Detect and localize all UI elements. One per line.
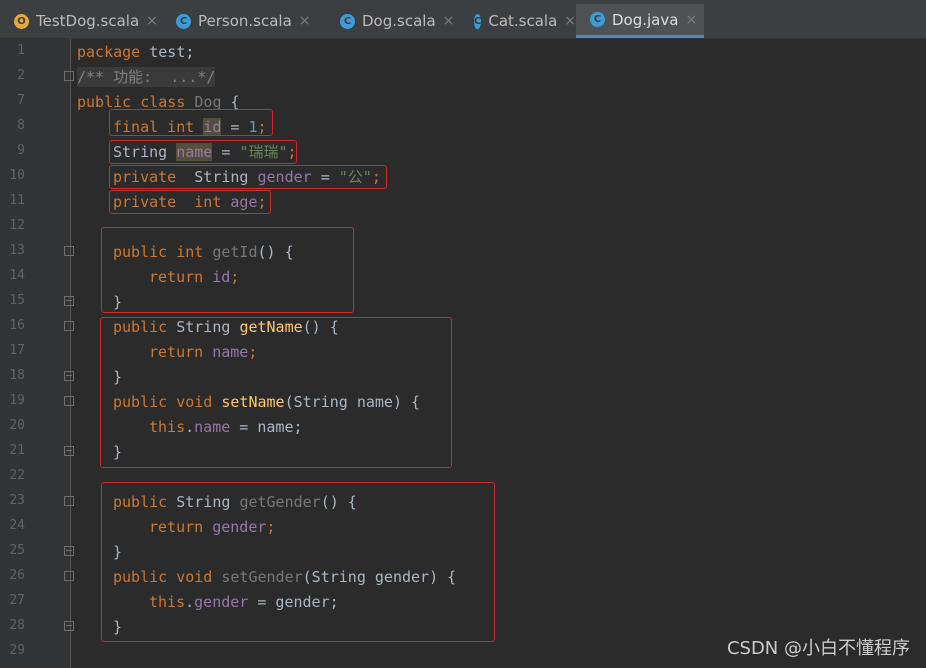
fold-toggle[interactable] — [64, 321, 74, 331]
code-text: /** 功能: ...*/ — [77, 68, 216, 86]
tab-label: Dog.java — [612, 10, 679, 29]
line-number: 10 — [9, 168, 25, 183]
code-text: test; — [140, 43, 195, 61]
line-number: 21 — [9, 443, 25, 458]
fold-toggle[interactable] — [64, 571, 74, 581]
fold-toggle[interactable] — [64, 296, 74, 306]
fold-toggle[interactable] — [64, 546, 74, 556]
code-line-2-folded-comment[interactable]: /** 功能: ...*/ — [77, 67, 216, 87]
line-number: 11 — [9, 193, 25, 208]
tab-testdog-scala[interactable]: O TestDog.scala × — [0, 4, 162, 38]
fold-toggle[interactable] — [64, 446, 74, 456]
line-number: 28 — [9, 618, 25, 633]
line-number: 16 — [9, 318, 25, 333]
fold-toggle[interactable] — [64, 371, 74, 381]
line-number: 8 — [17, 118, 25, 133]
annotation-box-gender-accessors — [101, 482, 495, 642]
line-number: 15 — [9, 293, 25, 308]
line-number: 13 — [9, 243, 25, 258]
tab-label: Dog.scala — [362, 12, 436, 30]
fold-toggle[interactable] — [64, 246, 74, 256]
annotation-box-name — [109, 140, 297, 164]
line-number: 12 — [9, 218, 25, 233]
line-number: 18 — [9, 368, 25, 383]
close-icon[interactable]: × — [564, 13, 576, 29]
annotation-box-id — [109, 109, 273, 136]
annotation-box-name-accessors — [100, 317, 452, 468]
code-line-1[interactable]: package test; — [77, 42, 194, 62]
line-number: 19 — [9, 393, 25, 408]
line-number: 14 — [9, 268, 25, 283]
watermark: CSDN @小白不懂程序 — [726, 638, 910, 659]
tab-label: TestDog.scala — [36, 12, 140, 30]
tab-label: Cat.scala — [488, 12, 558, 30]
keyword: package — [77, 43, 141, 61]
tab-label: Person.scala — [198, 12, 292, 30]
close-icon[interactable]: × — [685, 12, 697, 28]
line-number: 26 — [9, 568, 25, 583]
line-number: 20 — [9, 418, 25, 433]
line-number: 27 — [9, 593, 25, 608]
line-number: 29 — [9, 643, 25, 658]
line-number: 23 — [9, 493, 25, 508]
close-icon[interactable]: × — [299, 13, 311, 29]
line-number: 24 — [9, 518, 25, 533]
tab-person-scala[interactable]: C Person.scala × — [162, 4, 326, 38]
fold-toggle[interactable] — [64, 396, 74, 406]
line-number: 1 — [17, 43, 25, 58]
fold-toggle[interactable] — [64, 71, 74, 81]
fold-toggle[interactable] — [64, 621, 74, 631]
scala-object-icon: O — [14, 13, 29, 29]
editor-tab-bar: O TestDog.scala × C Person.scala × C Dog… — [0, 0, 926, 39]
line-number: 25 — [9, 543, 25, 558]
line-number: 22 — [9, 468, 25, 483]
tab-dog-scala[interactable]: C Dog.scala × — [326, 4, 460, 38]
scala-class-icon: C — [474, 13, 482, 29]
tab-dog-java[interactable]: C Dog.java × — [576, 4, 704, 38]
tab-cat-scala[interactable]: C Cat.scala × — [460, 4, 576, 38]
annotation-box-age — [109, 190, 271, 214]
annotation-box-getid — [101, 227, 354, 313]
scala-class-icon: C — [340, 13, 355, 29]
line-number: 2 — [17, 68, 25, 83]
java-class-icon: C — [590, 12, 605, 27]
annotation-box-gender — [109, 165, 387, 189]
close-icon[interactable]: × — [443, 13, 455, 29]
line-number: 17 — [9, 343, 25, 358]
fold-toggle[interactable] — [64, 496, 74, 506]
line-number: 7 — [17, 93, 25, 108]
line-number: 9 — [17, 143, 25, 158]
close-icon[interactable]: × — [146, 13, 158, 29]
scala-class-icon: C — [176, 13, 191, 29]
